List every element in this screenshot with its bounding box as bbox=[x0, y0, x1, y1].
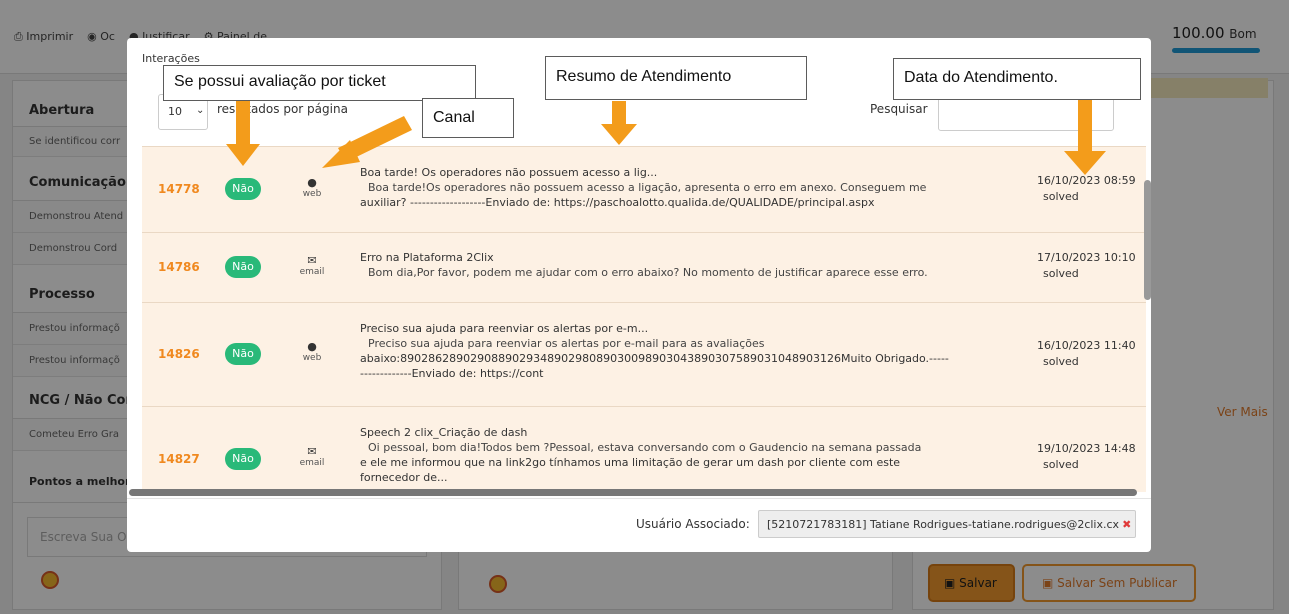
rating-badge: Não bbox=[225, 256, 261, 278]
table-row[interactable]: 14826 Não ● web Preciso sua ajuda para r… bbox=[142, 302, 1146, 406]
date-cell: 19/10/2023 14:48 solved bbox=[1037, 442, 1136, 471]
associated-user-tag: [5210721783181] Tatiane Rodrigues-tatian… bbox=[758, 510, 1136, 538]
channel-cell: ● web bbox=[292, 341, 332, 364]
callout-summary: Resumo de Atendimento bbox=[545, 56, 807, 100]
per-page-label: resultados por página bbox=[217, 102, 348, 116]
rating-badge: Não bbox=[225, 343, 261, 365]
envelope-icon: ✉ bbox=[307, 445, 317, 458]
interactions-modal: Interações 10 ⌄ resultados por página Pe… bbox=[127, 38, 1151, 552]
callout-channel: Canal bbox=[422, 98, 514, 138]
interactions-table: 14778 Não ● web Boa tarde! Os operadores… bbox=[142, 146, 1146, 492]
date-cell: 16/10/2023 11:40 solved bbox=[1037, 339, 1136, 368]
table-row[interactable]: 14827 Não ✉ email Speech 2 clix_Criação … bbox=[142, 406, 1146, 492]
summary-cell: Boa tarde! Os operadores não possuem ace… bbox=[360, 166, 927, 209]
rating-badge: Não bbox=[225, 178, 261, 200]
channel-cell: ✉ email bbox=[292, 446, 332, 469]
modal-title: Interações bbox=[142, 52, 200, 65]
divider bbox=[127, 498, 1151, 499]
envelope-icon: ✉ bbox=[307, 254, 317, 267]
summary-cell: Preciso sua ajuda para reenviar os alert… bbox=[360, 322, 949, 380]
callout-rating: Se possui avaliação por ticket bbox=[163, 65, 476, 101]
table-row[interactable]: 14786 Não ✉ email Erro na Plataforma 2Cl… bbox=[142, 232, 1146, 302]
globe-icon: ● bbox=[307, 176, 317, 189]
summary-cell: Erro na Plataforma 2Clix Bom dia,Por fav… bbox=[360, 251, 928, 279]
remove-icon[interactable]: ✖ bbox=[1119, 518, 1131, 531]
summary-cell: Speech 2 clix_Criação de dash Oi pessoal… bbox=[360, 426, 922, 484]
chevron-down-icon: ⌄ bbox=[196, 105, 205, 116]
globe-icon: ● bbox=[307, 340, 317, 353]
date-cell: 16/10/2023 08:59 solved bbox=[1037, 174, 1136, 203]
rating-badge: Não bbox=[225, 448, 261, 470]
vertical-scrollbar[interactable] bbox=[1144, 180, 1151, 300]
ticket-id[interactable]: 14827 bbox=[158, 452, 200, 466]
ticket-id[interactable]: 14786 bbox=[158, 260, 200, 274]
ticket-id[interactable]: 14778 bbox=[158, 182, 200, 196]
channel-cell: ✉ email bbox=[292, 255, 332, 278]
table-row[interactable]: 14778 Não ● web Boa tarde! Os operadores… bbox=[142, 146, 1146, 232]
ticket-id[interactable]: 14826 bbox=[158, 347, 200, 361]
associated-user-label: Usuário Associado: bbox=[636, 517, 750, 531]
date-cell: 17/10/2023 10:10 solved bbox=[1037, 251, 1136, 280]
search-label: Pesquisar bbox=[870, 102, 928, 116]
horizontal-scrollbar[interactable] bbox=[129, 489, 1137, 496]
callout-date: Data do Atendimento. bbox=[893, 58, 1141, 100]
channel-cell: ● web bbox=[292, 177, 332, 200]
